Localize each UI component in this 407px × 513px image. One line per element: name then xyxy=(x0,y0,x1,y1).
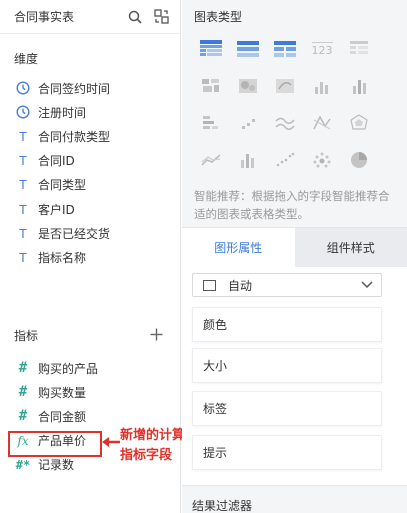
flow-map-icon[interactable] xyxy=(270,75,300,97)
number-type-icon: # xyxy=(18,384,28,401)
scatter-icon[interactable] xyxy=(270,149,300,171)
field-label: 合同ID xyxy=(38,154,75,169)
field-contract-type[interactable]: T 合同类型 xyxy=(0,173,180,197)
property-tabs: 图形属性 组件样式 xyxy=(182,227,407,267)
tooltip-property[interactable]: 提示 xyxy=(192,435,382,470)
kpi-number-text: 123 xyxy=(311,41,333,57)
field-label: 注册时间 xyxy=(38,105,87,120)
field-label: 合同金额 xyxy=(38,409,87,424)
field-purchased-product[interactable]: # 购买的产品 xyxy=(0,356,180,380)
color-property[interactable]: 颜色 xyxy=(192,307,382,342)
size-property[interactable]: 大小 xyxy=(192,348,382,383)
annotation-arrow-icon xyxy=(102,437,120,447)
line-icon[interactable] xyxy=(270,112,300,134)
switch-table-icon[interactable] xyxy=(152,8,170,26)
grouped-bar-icon[interactable] xyxy=(344,75,374,97)
field-label: 是否已经交货 xyxy=(38,226,111,241)
scatter-small-icon[interactable] xyxy=(233,112,263,134)
annotation-text: 新增的计算 指标字段 xyxy=(120,426,185,466)
tab-graphic-properties[interactable]: 图形属性 xyxy=(182,228,295,267)
field-label: 合同类型 xyxy=(38,178,87,193)
smart-recommend-hint: 智能推荐：根据拖入的字段智能推荐合适的图表或表格类型。 xyxy=(194,189,390,221)
field-register-time[interactable]: 注册时间 xyxy=(0,100,180,124)
field-label: 客户ID xyxy=(38,202,75,217)
mark-type-value: 自动 xyxy=(228,278,253,293)
result-filter-title: 结果过滤器 xyxy=(192,499,253,513)
pie-icon[interactable] xyxy=(344,149,374,171)
polar-icon[interactable] xyxy=(344,112,374,134)
count-type-icon: #* xyxy=(15,457,31,472)
measures-title: 指标 xyxy=(14,329,39,343)
stacked-bar-icon[interactable] xyxy=(196,112,226,134)
result-filter-bar[interactable]: 结果过滤器 xyxy=(182,485,407,513)
heatmap-icon[interactable] xyxy=(233,75,263,97)
bar-chart-icon[interactable] xyxy=(307,75,337,97)
tab-component-style[interactable]: 组件样式 xyxy=(294,228,407,267)
add-measure-icon[interactable] xyxy=(150,327,163,345)
text-type-icon: T xyxy=(19,249,27,265)
chart-types-title: 图表类型 xyxy=(194,10,243,24)
field-contract-sign-time[interactable]: 合同签约时间 xyxy=(0,76,180,100)
field-label: 记录数 xyxy=(38,458,75,473)
field-purchase-quantity[interactable]: # 购买数量 xyxy=(0,380,180,404)
area-icon[interactable] xyxy=(196,149,226,171)
field-label: 购买数量 xyxy=(38,385,87,400)
radar-icon[interactable] xyxy=(307,112,337,134)
graphic-properties-panel: 自动 颜色 大小 标签 提示 xyxy=(182,267,407,485)
field-contract-amount[interactable]: # 合同金额 xyxy=(0,404,180,428)
detail-table-icon[interactable] xyxy=(270,38,300,60)
clock-icon xyxy=(16,105,30,119)
field-label: 合同签约时间 xyxy=(38,81,111,96)
grouped-table-icon[interactable] xyxy=(344,38,374,60)
table-icon[interactable] xyxy=(196,38,226,60)
chart-config-panel: 图表类型 123 智能推荐：根据拖入的字段智能推荐合适的图表或表格类型。 图形属… xyxy=(182,0,407,513)
field-label: 指标名称 xyxy=(38,250,87,265)
text-type-icon: T xyxy=(19,128,27,144)
map-icon[interactable] xyxy=(196,75,226,97)
table-title: 合同事实表 xyxy=(14,10,75,24)
field-label: 合同付款类型 xyxy=(38,129,111,144)
text-type-icon: T xyxy=(19,153,27,169)
dimensions-title: 维度 xyxy=(14,52,39,66)
field-label: 购买的产品 xyxy=(38,361,99,376)
field-payment-type[interactable]: T 合同付款类型 xyxy=(0,124,180,148)
square-mark-icon xyxy=(203,279,216,291)
number-type-icon: # xyxy=(18,360,28,377)
label-property[interactable]: 标签 xyxy=(192,391,382,426)
text-type-icon: T xyxy=(19,201,27,217)
field-delivered[interactable]: T 是否已经交货 xyxy=(0,221,180,245)
annotation-line-2: 指标字段 xyxy=(120,448,173,463)
search-icon[interactable] xyxy=(126,8,144,26)
field-contract-id[interactable]: T 合同ID xyxy=(0,149,180,173)
text-type-icon: T xyxy=(19,225,27,241)
mark-type-select[interactable]: 自动 xyxy=(192,273,382,297)
kpi-number-icon[interactable]: 123 xyxy=(307,38,337,60)
chevron-down-icon xyxy=(361,278,373,292)
field-metric-name[interactable]: T 指标名称 xyxy=(0,245,180,269)
dimensions-list: 合同签约时间 注册时间 T 合同付款类型 T 合同ID T 合同类型 T 客户I… xyxy=(0,76,180,270)
number-type-icon: # xyxy=(18,408,28,425)
column-icon[interactable] xyxy=(233,149,263,171)
text-type-icon: T xyxy=(19,177,27,193)
highlight-box xyxy=(8,431,102,457)
annotation-line-1: 新增的计算 xyxy=(120,428,186,443)
field-customer-id[interactable]: T 客户ID xyxy=(0,197,180,221)
measures-header: 指标 xyxy=(0,326,181,346)
point-cloud-icon[interactable] xyxy=(307,149,337,171)
clock-icon xyxy=(16,81,30,95)
table-header: 合同事实表 xyxy=(0,0,180,34)
cross-table-icon[interactable] xyxy=(233,38,263,60)
